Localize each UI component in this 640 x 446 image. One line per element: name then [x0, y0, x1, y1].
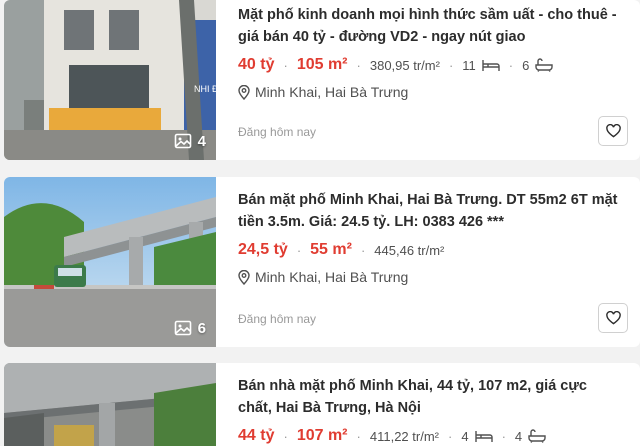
- price-per-m2: 445,46 tr/m²: [374, 242, 445, 258]
- bathroom-value: 4: [514, 428, 523, 444]
- listing-meta: 44 tỷ · 107 m² · 411,22 tr/m² · 4 · 4: [238, 427, 624, 445]
- separator-dot: ·: [356, 57, 361, 73]
- listing-area: 105 m²: [296, 56, 348, 73]
- bathtub-icon: [528, 429, 546, 443]
- price-per-m2: 411,22 tr/m²: [369, 428, 439, 444]
- listing-price: 24,5 tỷ: [238, 241, 288, 258]
- bedroom-value: 11: [462, 57, 476, 73]
- bathtub-icon: [535, 58, 554, 72]
- posted-date: Đăng hôm nay: [238, 125, 317, 139]
- bathroom-count: 4: [515, 429, 546, 444]
- heart-icon: [605, 124, 621, 138]
- listing-location: Minh Khai, Hai Bà Trưng: [238, 269, 624, 285]
- listing-info: Mặt phố kinh doanh mọi hình thức sầm uất…: [216, 0, 640, 160]
- location-text: Minh Khai, Hai Bà Trưng: [255, 269, 409, 285]
- image-icon: [174, 133, 191, 149]
- favorite-button[interactable]: [598, 116, 628, 146]
- listing-location: Minh Khai, Hai Bà Trưng: [238, 84, 624, 100]
- separator-dot: ·: [283, 57, 288, 73]
- location-text: Minh Khai, Hai Bà Trưng: [255, 84, 409, 100]
- listing-thumbnail[interactable]: 6: [4, 177, 216, 347]
- listing-area: 107 m²: [296, 427, 348, 444]
- heart-icon: [605, 311, 621, 325]
- listing-thumbnail[interactable]: [4, 363, 216, 446]
- listing-price: 40 tỷ: [238, 56, 275, 73]
- listing-thumbnail[interactable]: NHI ĐÌ 4: [4, 0, 216, 160]
- listing-info: Bán mặt phố Minh Khai, Hai Bà Trưng. DT …: [216, 177, 640, 347]
- listing-price: 44 tỷ: [238, 427, 275, 444]
- listing-photo: [4, 363, 216, 446]
- listing-title[interactable]: Mặt phố kinh doanh mọi hình thức sầm uất…: [238, 4, 624, 48]
- listing-area: 55 m²: [310, 241, 352, 258]
- bedroom-count: 4: [461, 428, 493, 444]
- photo-count: 6: [197, 319, 206, 337]
- listing-title[interactable]: Bán nhà mặt phố Minh Khai, 44 tỷ, 107 m2…: [238, 375, 624, 419]
- listing-meta: 24,5 tỷ · 55 m² · 445,46 tr/m²: [238, 241, 624, 259]
- photo-count-badge[interactable]: 4: [174, 132, 206, 150]
- bathroom-value: 6: [522, 57, 530, 73]
- shop-sign-text: NHI ĐÌ: [194, 84, 216, 94]
- bedroom-value: 4: [461, 428, 469, 444]
- photo-count-badge[interactable]: 6: [174, 319, 206, 337]
- location-pin-icon: [238, 84, 250, 100]
- bedroom-count: 11: [462, 58, 500, 73]
- listing-info: Bán nhà mặt phố Minh Khai, 44 tỷ, 107 m2…: [216, 363, 640, 446]
- separator-dot: ·: [501, 428, 506, 444]
- separator-dot: ·: [508, 57, 514, 73]
- separator-dot: ·: [296, 242, 302, 258]
- image-icon: [174, 320, 191, 336]
- bathroom-count: 6: [522, 57, 554, 73]
- listing-card[interactable]: NHI ĐÌ 4 Mặt phố kinh doanh mọi hình thứ…: [4, 0, 640, 160]
- price-per-m2: 380,95 tr/m²: [369, 57, 440, 73]
- separator-dot: ·: [360, 242, 366, 258]
- listing-meta: 40 tỷ · 105 m² · 380,95 tr/m² · 11 · 6: [238, 56, 624, 74]
- separator-dot: ·: [283, 428, 288, 444]
- favorite-button[interactable]: [598, 303, 628, 333]
- bed-icon: [482, 60, 500, 71]
- separator-dot: ·: [447, 428, 453, 444]
- bed-icon: [474, 431, 493, 442]
- listing-title[interactable]: Bán mặt phố Minh Khai, Hai Bà Trưng. DT …: [238, 189, 624, 233]
- location-pin-icon: [238, 269, 250, 285]
- separator-dot: ·: [448, 57, 454, 73]
- photo-count: 4: [197, 132, 206, 150]
- listing-card[interactable]: 6 Bán mặt phố Minh Khai, Hai Bà Trưng. D…: [4, 177, 640, 347]
- separator-dot: ·: [356, 428, 361, 444]
- listing-card[interactable]: Bán nhà mặt phố Minh Khai, 44 tỷ, 107 m2…: [4, 363, 640, 446]
- posted-date: Đăng hôm nay: [238, 312, 317, 326]
